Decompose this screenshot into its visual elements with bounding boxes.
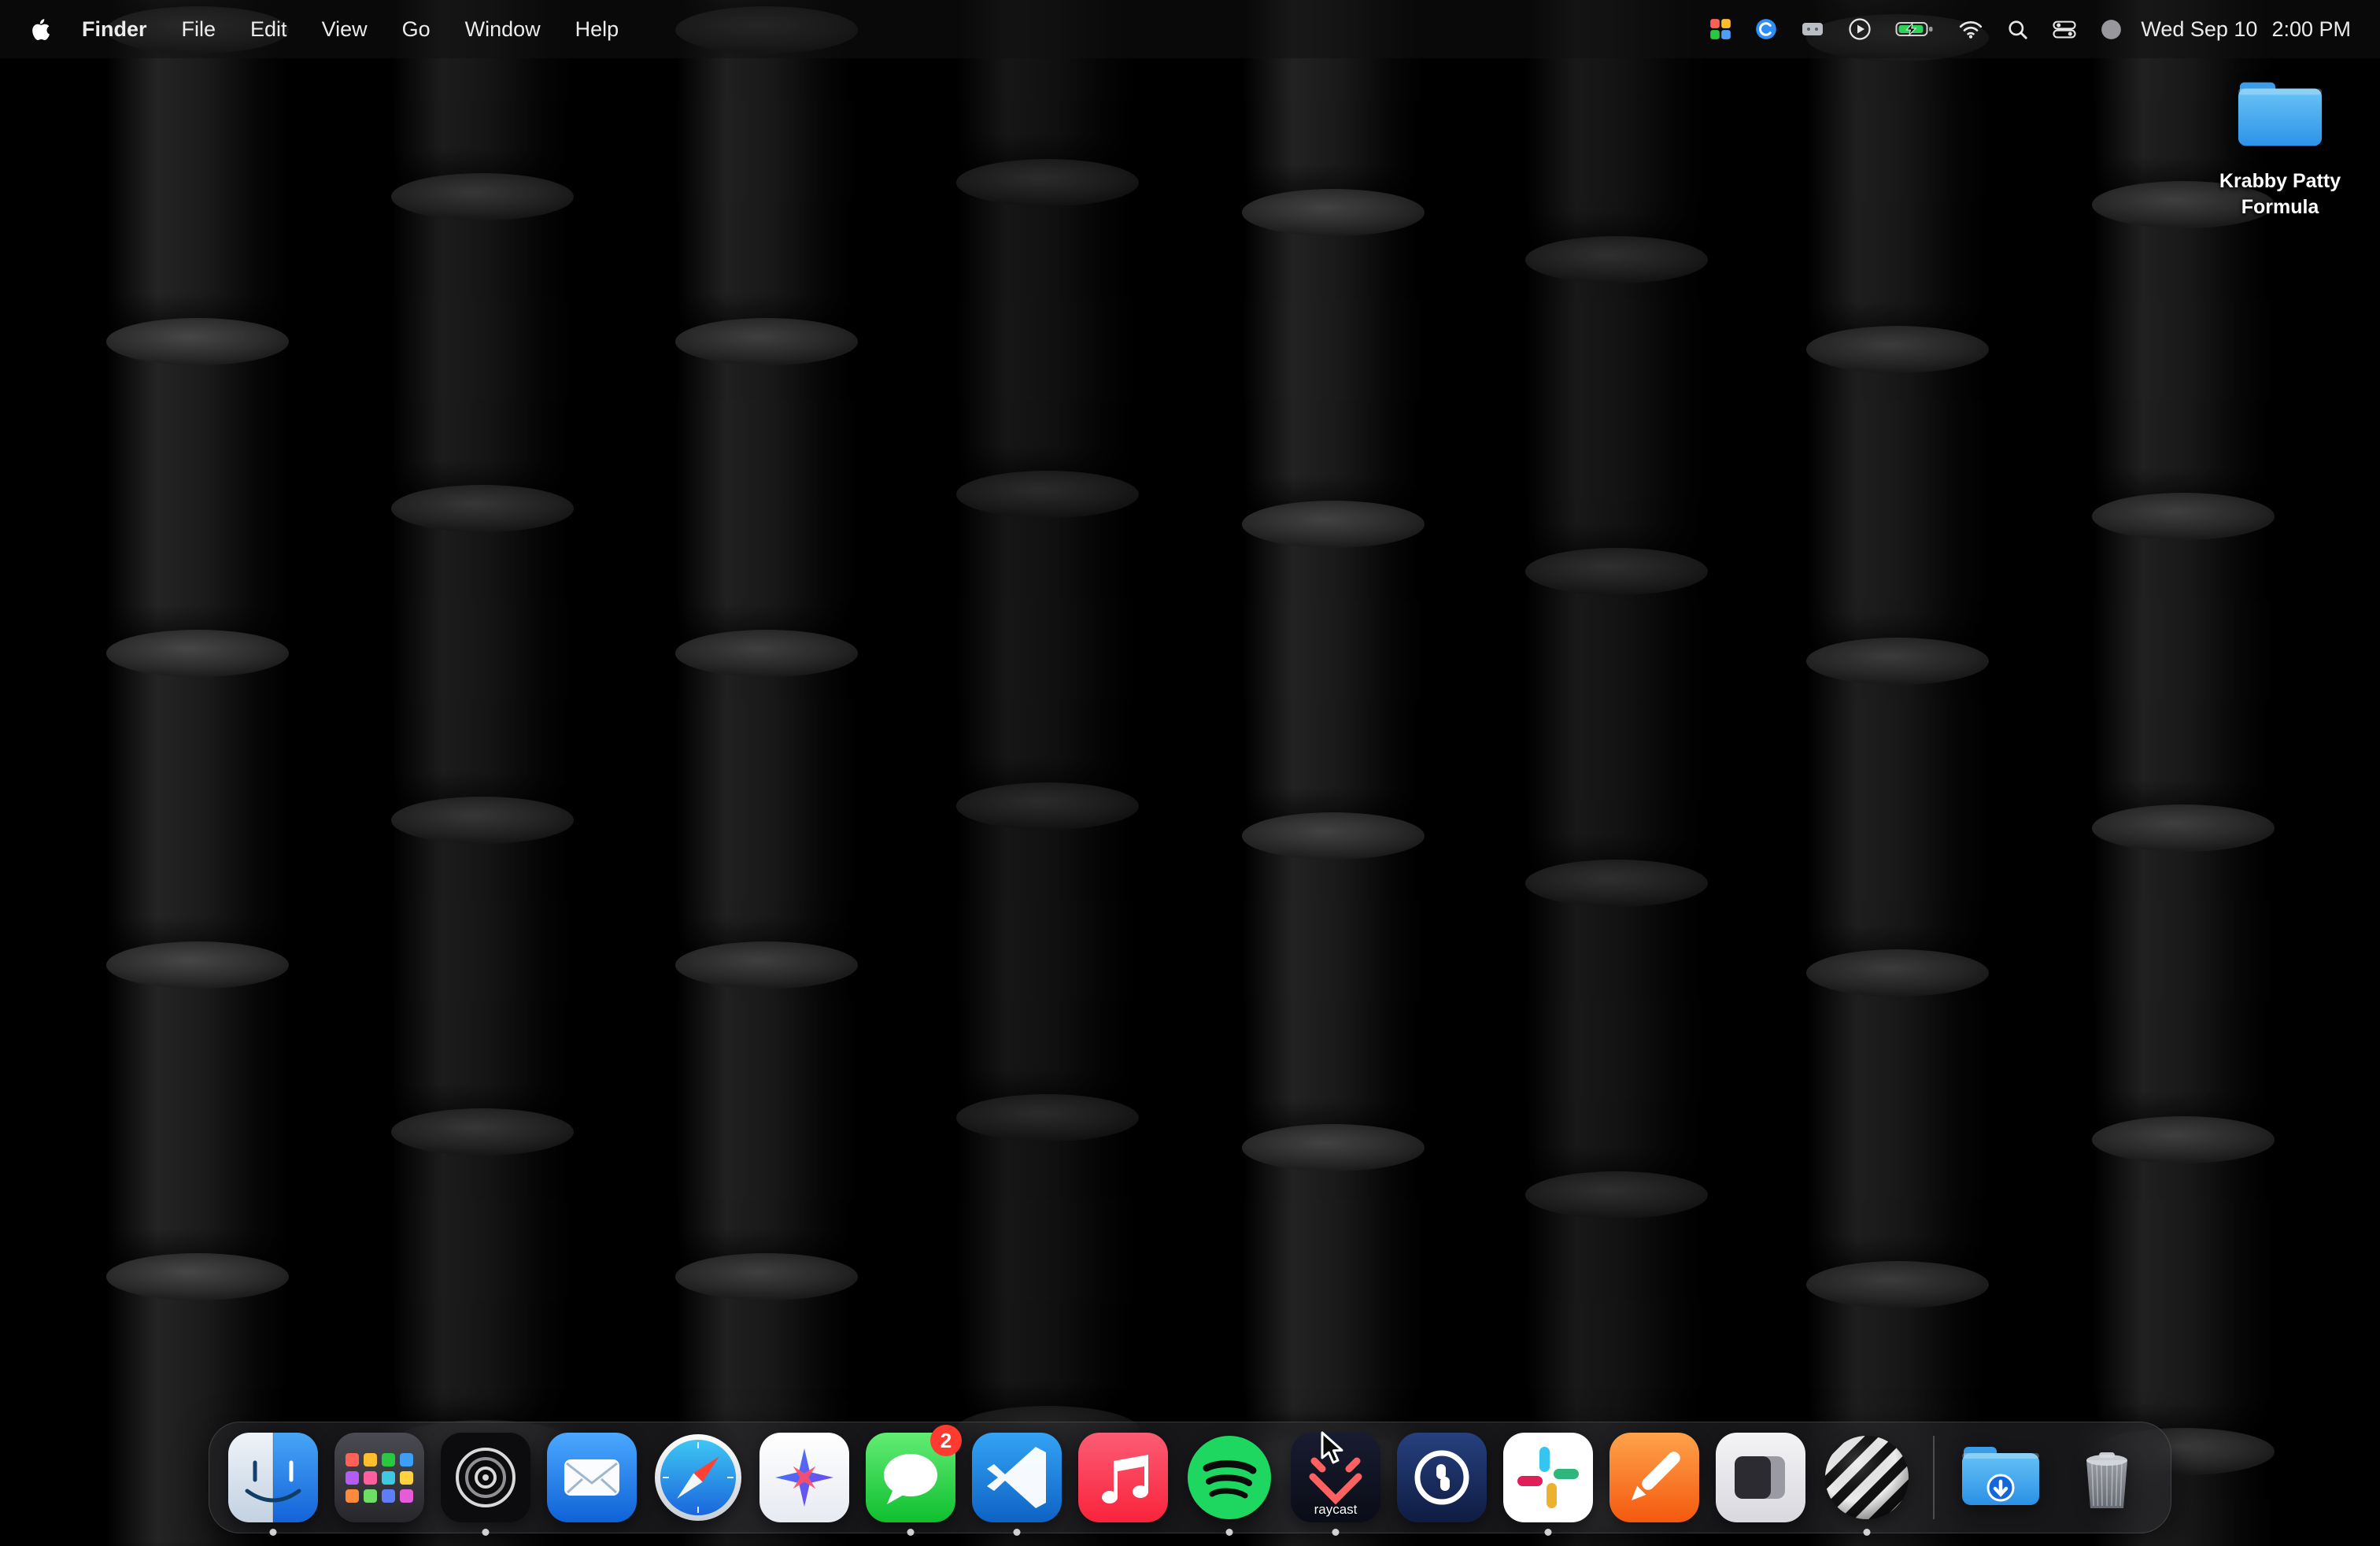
grid-app-menu-icon[interactable] [1698, 18, 1743, 40]
mouse-cursor [1319, 1431, 1351, 1470]
menu-view[interactable]: View [305, 17, 385, 42]
wifi-icon[interactable] [1946, 19, 1995, 39]
dock-1password-icon[interactable] [1395, 1431, 1488, 1524]
blue-app-menu-icon[interactable] [1743, 18, 1789, 40]
running-indicator [1014, 1529, 1021, 1536]
dock-mail-icon[interactable] [545, 1431, 638, 1524]
dock-panels-app-icon[interactable] [1714, 1431, 1807, 1524]
dock-messages-icon[interactable]: 2 [864, 1431, 957, 1524]
dock: 2 [209, 1422, 2171, 1533]
menu-bar-time[interactable]: 2:00 PM [2264, 17, 2358, 42]
menu-finder[interactable]: Finder [65, 17, 164, 42]
apple-menu[interactable] [22, 18, 65, 41]
menu-file[interactable]: File [164, 17, 234, 42]
menu-edit[interactable]: Edit [233, 17, 305, 42]
dock-striped-sphere-app-icon[interactable] [1820, 1431, 1913, 1524]
dock-colorful-star-app-icon[interactable] [758, 1431, 851, 1524]
running-indicator [482, 1529, 490, 1536]
battery-icon[interactable] [1883, 19, 1946, 39]
menu-window[interactable]: Window [448, 17, 558, 42]
desktop-wallpaper [0, 0, 2380, 1546]
desktop-folder-krabby-patty[interactable]: Krabby Patty Formula [2201, 77, 2359, 220]
dock-launchpad-icon[interactable] [333, 1431, 426, 1524]
dock-pen-app-icon[interactable] [1608, 1431, 1701, 1524]
control-center-icon[interactable] [2040, 20, 2089, 39]
menu-bar: Finder File Edit View Go Window Help [0, 0, 2380, 58]
dock-spotify-icon[interactable] [1183, 1431, 1276, 1524]
menu-bar-menus: Finder File Edit View Go Window Help [22, 17, 636, 42]
trash-icon[interactable] [2060, 1431, 2153, 1524]
dock-separator [1933, 1436, 1935, 1519]
messages-unread-badge: 2 [930, 1425, 962, 1456]
menu-help[interactable]: Help [558, 17, 637, 42]
running-indicator [1545, 1529, 1552, 1536]
gray-app-menu-icon[interactable] [1789, 20, 1836, 39]
dock-safari-icon[interactable] [652, 1431, 745, 1524]
dock-concentric-rings-app-icon[interactable] [439, 1431, 532, 1524]
dock-downloads-folder-icon[interactable] [1954, 1431, 2047, 1524]
dock-vscode-icon[interactable] [970, 1431, 1063, 1524]
dock-music-icon[interactable] [1077, 1431, 1170, 1524]
running-indicator [1864, 1529, 1871, 1536]
desktop-folder-label: Krabby Patty Formula [2213, 168, 2347, 220]
menu-bar-date[interactable]: Wed Sep 10 [2134, 17, 2264, 42]
menu-go[interactable]: Go [385, 17, 448, 42]
circle-menu-icon[interactable] [2089, 19, 2134, 40]
apple-logo-icon [31, 18, 50, 41]
running-indicator [1226, 1529, 1233, 1536]
running-indicator [270, 1529, 277, 1536]
folder-icon [2234, 77, 2326, 151]
menu-bar-status: Wed Sep 10 2:00 PM [1698, 17, 2358, 42]
raycast-label: raycast [1289, 1502, 1382, 1518]
running-indicator [1332, 1529, 1340, 1536]
spotlight-search-icon[interactable] [1995, 19, 2040, 40]
playback-menu-icon[interactable] [1836, 17, 1883, 41]
dock-slack-icon[interactable] [1502, 1431, 1595, 1524]
dock-finder-icon[interactable] [227, 1431, 320, 1524]
running-indicator [907, 1529, 915, 1536]
